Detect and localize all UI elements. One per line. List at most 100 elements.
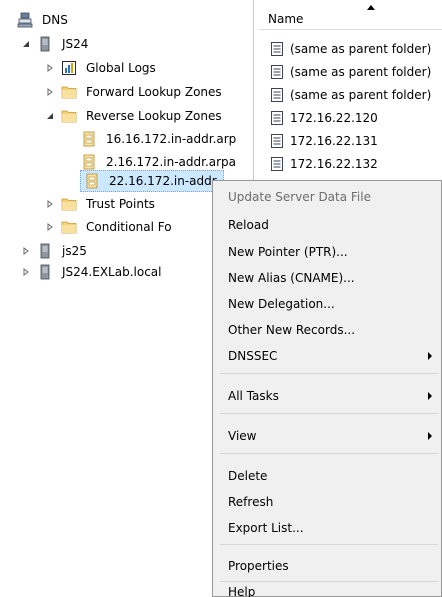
submenu-arrow-icon [428, 352, 432, 360]
submenu-arrow-icon [428, 432, 432, 440]
menu-item-label: Properties [228, 559, 289, 573]
list-item[interactable]: (same as parent folder) [268, 61, 431, 83]
column-header-label: Name [268, 11, 304, 26]
tree-node-dns[interactable]: DNS [16, 9, 70, 31]
list-item[interactable]: (same as parent folder) [268, 38, 431, 60]
tree-node-conditional-forwarders[interactable]: Conditional Fo [44, 216, 174, 238]
record-icon [268, 109, 286, 127]
menu-item-label: View [228, 429, 257, 443]
tree-label: js25 [62, 244, 87, 258]
tree-label: JS24.EXLab.local [62, 265, 162, 279]
list-item[interactable]: (same as parent folder) [268, 84, 431, 106]
selected-highlight: 22.16.172.in-addr. [80, 170, 225, 192]
menu-item-label: Refresh [228, 495, 274, 509]
menu-item-other-new-records[interactable]: Other New Records... [220, 318, 438, 342]
menu-item-reload[interactable]: Reload [220, 213, 438, 237]
tree-label: Trust Points [86, 197, 155, 211]
menu-item-new-pointer[interactable]: New Pointer (PTR)... [220, 240, 438, 264]
menu-item-properties[interactable]: Properties [220, 554, 438, 578]
menu-item-label: New Delegation... [228, 297, 335, 311]
collapse-arrow-icon[interactable] [44, 110, 56, 122]
menu-item-label: New Alias (CNAME)... [228, 271, 355, 285]
expand-arrow-icon[interactable] [20, 245, 32, 257]
expand-arrow-icon[interactable] [44, 221, 56, 233]
tree-node-forward-lookup-zones[interactable]: Forward Lookup Zones [44, 81, 224, 103]
menu-item-all-tasks[interactable]: All Tasks [220, 384, 438, 408]
list-item-name: 172.16.22.132 [290, 157, 378, 171]
tree-label: Conditional Fo [86, 220, 172, 234]
record-icon [268, 86, 286, 104]
list-item-name: (same as parent folder) [290, 65, 432, 79]
sort-ascending-icon [367, 5, 375, 10]
list-item-name: 172.16.22.131 [290, 134, 378, 148]
server-icon [36, 35, 54, 53]
menu-item-new-alias[interactable]: New Alias (CNAME)... [220, 266, 438, 290]
list-item[interactable]: 172.16.22.132 [268, 153, 378, 175]
expand-arrow-icon[interactable] [44, 62, 56, 74]
menu-item-label: Update Server Data File [228, 190, 371, 204]
folder-icon [60, 107, 78, 125]
tree-label: Forward Lookup Zones [86, 85, 222, 99]
dns-manager-icon [16, 11, 34, 29]
column-header-name[interactable]: Name [258, 8, 442, 30]
tree-node-zone-22[interactable]: 22.16.172.in-addr. [80, 170, 225, 192]
tree-label: Global Logs [86, 61, 156, 75]
submenu-arrow-icon [428, 392, 432, 400]
zone-file-icon [83, 172, 101, 190]
list-item-name: (same as parent folder) [290, 42, 432, 56]
expand-arrow-icon[interactable] [20, 266, 32, 278]
list-item[interactable]: 172.16.22.120 [268, 107, 378, 129]
menu-item-label: Reload [228, 218, 269, 232]
menu-item-label: Delete [228, 469, 268, 483]
menu-separator [220, 373, 438, 374]
menu-item-new-delegation[interactable]: New Delegation... [220, 292, 438, 316]
tree-node-js25[interactable]: js25 [20, 240, 89, 262]
record-icon [268, 40, 286, 58]
event-log-icon [60, 59, 78, 77]
context-menu: Update Server Data File Reload New Point… [212, 180, 442, 597]
record-icon [268, 155, 286, 173]
expand-arrow-icon[interactable] [44, 86, 56, 98]
menu-item-label: Other New Records... [228, 323, 356, 337]
menu-separator [220, 453, 438, 454]
menu-item-label: Help [228, 585, 256, 597]
list-item-name: 172.16.22.120 [290, 111, 378, 125]
menu-separator [220, 413, 438, 414]
expand-arrow-icon[interactable] [44, 198, 56, 210]
tree-label: 16.16.172.in-addr.arp [106, 132, 237, 146]
menu-item-export-list[interactable]: Export List... [220, 516, 438, 540]
tree-node-js24[interactable]: JS24 [20, 33, 90, 55]
folder-icon [60, 83, 78, 101]
menu-item-help[interactable]: Help [220, 585, 438, 597]
menu-separator [220, 544, 438, 545]
tree-node-global-logs[interactable]: Global Logs [44, 57, 158, 79]
zone-file-icon [80, 153, 98, 171]
menu-gutter [213, 181, 219, 596]
collapse-arrow-icon[interactable] [20, 38, 32, 50]
tree-node-zone-16[interactable]: 16.16.172.in-addr.arp [80, 128, 238, 150]
server-icon [36, 263, 54, 281]
menu-item-dnssec[interactable]: DNSSEC [220, 344, 438, 368]
server-icon [36, 242, 54, 260]
record-icon [268, 63, 286, 81]
menu-item-delete[interactable]: Delete [220, 464, 438, 488]
list-item[interactable]: 172.16.22.131 [268, 130, 378, 152]
list-item-name: (same as parent folder) [290, 88, 432, 102]
menu-item-label: All Tasks [228, 389, 279, 403]
tree-node-trust-points[interactable]: Trust Points [44, 193, 157, 215]
folder-icon [60, 218, 78, 236]
zone-file-icon [80, 130, 98, 148]
menu-item-view[interactable]: View [220, 424, 438, 448]
menu-item-label: New Pointer (PTR)... [228, 245, 348, 259]
tree-node-reverse-lookup-zones[interactable]: Reverse Lookup Zones [44, 105, 224, 127]
menu-item-refresh[interactable]: Refresh [220, 490, 438, 514]
tree-label: 2.16.172.in-addr.arpa [106, 155, 237, 169]
tree-node-js24-exlab[interactable]: JS24.EXLab.local [20, 261, 163, 283]
tree-label: DNS [42, 13, 68, 27]
tree-label: 22.16.172.in-addr. [109, 174, 220, 188]
menu-item-label: Export List... [228, 521, 304, 535]
menu-item-update-server-data-file: Update Server Data File [220, 185, 438, 209]
record-icon [268, 132, 286, 150]
menu-item-label: DNSSEC [228, 349, 278, 363]
tree-label: JS24 [62, 37, 89, 51]
